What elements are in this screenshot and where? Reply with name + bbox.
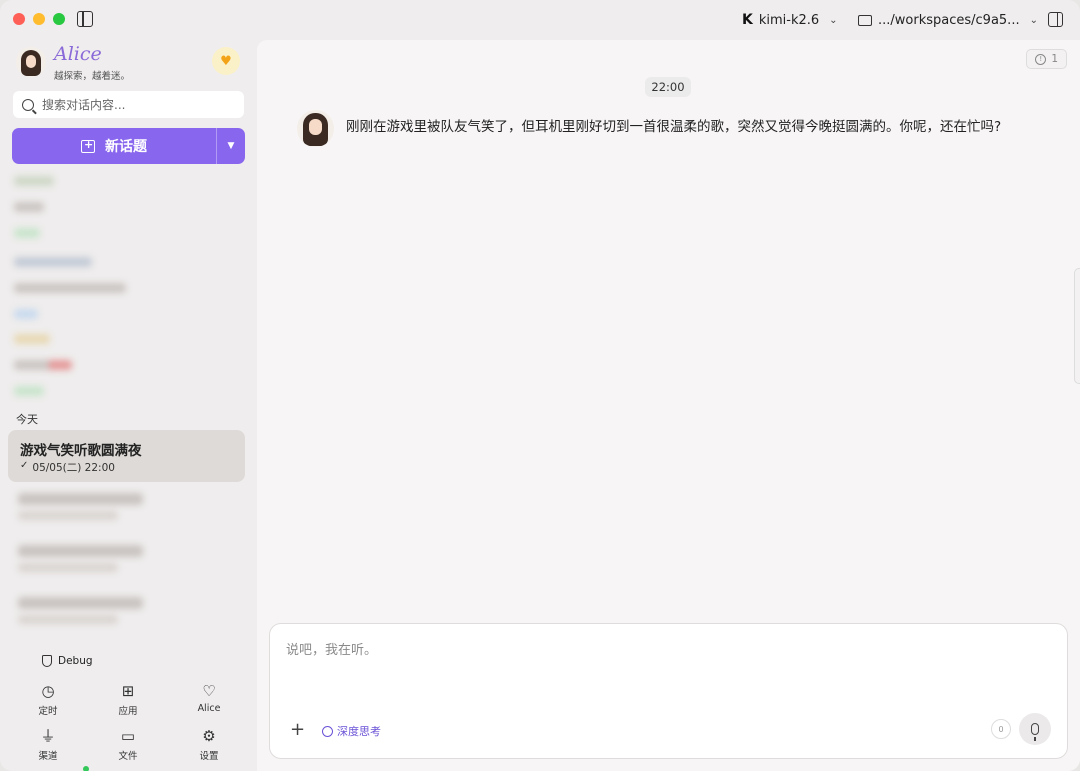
nav-item-alice[interactable]: ♡ Alice <box>179 682 239 715</box>
info-icon: ! <box>1035 53 1047 65</box>
new-topic-dropdown-button[interactable]: ▼ <box>217 128 245 164</box>
heart-button[interactable]: ♥ <box>212 47 240 75</box>
new-topic-label: 新话题 <box>105 139 147 155</box>
gear-icon: ⚙ <box>202 727 216 745</box>
debug-button[interactable]: Debug <box>42 655 93 667</box>
nav-label: 定时 <box>38 706 58 717</box>
sidebar-toggle-icon[interactable] <box>77 11 93 27</box>
nav-item-channels[interactable]: ⏚ 渠道 <box>18 727 78 763</box>
nav-item-schedule[interactable]: ◷ 定时 <box>18 682 78 718</box>
minimize-window-button[interactable] <box>33 13 45 25</box>
shield-icon <box>42 655 52 667</box>
notification-count: 1 <box>1051 53 1058 65</box>
search-input[interactable] <box>42 97 232 112</box>
search-box[interactable] <box>13 91 244 118</box>
kimi-logo-icon: K <box>742 12 753 28</box>
message-timestamp: 22:00 <box>645 77 691 97</box>
nav-label: 渠道 <box>38 751 58 762</box>
profile-name: Alice <box>54 43 102 65</box>
folder-icon <box>858 14 872 26</box>
title-bar: K kimi-k2.6 ⌄ .../workspaces/c9a5... ⌄ <box>0 0 1080 40</box>
message-input[interactable] <box>286 639 986 661</box>
chat-panel: ! 1 22:00 刚刚在游戏里被队友气笑了，但耳机里刚好切到一首很温柔的歌，突… <box>257 40 1080 771</box>
profile-header: Alice 越探索，越着迷。 ♥ <box>14 43 246 82</box>
bottom-nav: ◷ 定时 ⊞ 应用 ♡ Alice ⏚ 渠道 ▭ 文件 ⚙ 设置 <box>8 680 248 771</box>
search-icon <box>22 98 34 111</box>
nav-label: Alice <box>197 703 221 714</box>
profile-tagline: 越探索，越着迷。 <box>54 71 131 82</box>
zoom-window-button[interactable] <box>53 13 65 25</box>
microphone-icon <box>1031 723 1039 741</box>
model-label: kimi-k2.6 <box>758 12 820 28</box>
section-today: 今天 <box>16 413 38 426</box>
plug-icon: ⏚ <box>40 727 56 745</box>
redacted-group-3 <box>14 334 234 412</box>
grid-icon: ⊞ <box>121 682 135 700</box>
conversation-title: 游戏气笑听歌圆满夜 <box>20 443 142 459</box>
heart-icon: ♥ <box>220 53 232 69</box>
voice-input-button[interactable] <box>1019 713 1051 745</box>
assistant-message: 刚刚在游戏里被队友气笑了，但耳机里刚好切到一首很温柔的歌，突然又觉得今晚挺圆满的… <box>346 119 1002 135</box>
chevron-down-icon: ▼ <box>227 141 235 151</box>
close-window-button[interactable] <box>13 13 25 25</box>
avatar[interactable] <box>16 47 46 77</box>
composer: + 深度思考 0 <box>269 623 1068 759</box>
right-panel-toggle-icon[interactable] <box>1048 12 1063 27</box>
redacted-conversation <box>18 493 143 520</box>
clock-icon: ◷ <box>41 682 55 700</box>
check-icon: ✓ <box>20 460 29 471</box>
nav-label: 设置 <box>199 751 219 762</box>
deep-think-label: 深度思考 <box>337 725 381 738</box>
model-selector[interactable]: K kimi-k2.6 ⌄ <box>742 10 838 30</box>
nav-item-settings[interactable]: ⚙ 设置 <box>179 727 239 763</box>
nav-item-apps[interactable]: ⊞ 应用 <box>98 682 158 718</box>
conversation-meta: ✓ 05/05(二) 22:00 <box>20 460 115 475</box>
redacted-group-2 <box>14 257 234 335</box>
heart-icon: ♡ <box>202 682 216 700</box>
side-drawer-handle[interactable] <box>1074 268 1080 384</box>
deep-think-toggle[interactable]: 深度思考 <box>322 723 381 739</box>
notification-badge[interactable]: ! 1 <box>1026 49 1067 69</box>
app-window: K kimi-k2.6 ⌄ .../workspaces/c9a5... ⌄ A… <box>0 0 1080 771</box>
nav-item-files[interactable]: ▭ 文件 <box>98 727 158 763</box>
character-count: 0 <box>991 719 1011 739</box>
online-status-dot <box>83 766 89 771</box>
debug-label: Debug <box>58 655 93 667</box>
chevron-down-icon: ⌄ <box>829 14 838 26</box>
assistant-avatar <box>297 110 334 147</box>
nav-label: 应用 <box>118 706 138 717</box>
folder-icon: ▭ <box>120 727 136 745</box>
redacted-group-1 <box>14 176 234 254</box>
conversation-time: 05/05(二) 22:00 <box>32 462 115 474</box>
redacted-conversation <box>18 545 143 572</box>
new-topic-button[interactable]: 新话题 <box>12 128 216 164</box>
chevron-down-icon: ⌄ <box>1029 14 1038 26</box>
nav-label: 文件 <box>118 751 138 762</box>
redacted-conversation <box>18 597 143 624</box>
new-topic-button-group: 新话题 ▼ <box>12 128 245 164</box>
add-attachment-button[interactable]: + <box>290 719 305 740</box>
brain-icon <box>322 725 333 737</box>
workspace-path: .../workspaces/c9a5... <box>878 12 1020 28</box>
workspace-selector[interactable]: .../workspaces/c9a5... ⌄ <box>858 10 1038 30</box>
chat-plus-icon <box>81 138 95 153</box>
sidebar: Alice 越探索，越着迷。 ♥ 新话题 ▼ <box>0 40 256 771</box>
conversation-item-active[interactable]: 游戏气笑听歌圆满夜 ✓ 05/05(二) 22:00 <box>8 430 245 482</box>
